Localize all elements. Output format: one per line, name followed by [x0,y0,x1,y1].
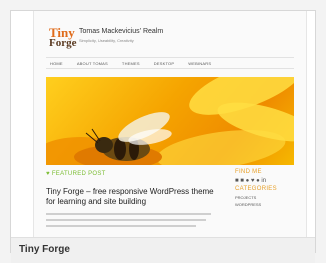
categories-heading: CATEGORIES [235,186,277,192]
post-title: Tiny Forge – free responsive WordPress t… [46,187,214,206]
site-nav: HOME ABOUT TOMAS THEMES DESKTOP WEBINARS [46,57,294,69]
site-tagline: Simplicity, Useability, Creativity [79,38,134,43]
hero-image-bee-on-flower [46,77,294,165]
theme-screenshot[interactable]: Tiny Forge Tomas Mackevicius' Realm Simp… [33,11,307,239]
nav-item-home: HOME [50,60,63,66]
site-logo: Tiny Forge [46,23,76,49]
find-me-heading: FIND ME [235,169,262,175]
sidebar: FIND ME ■ ■ ● ♥ ● in CATEGORIES PROJECTS… [235,167,295,209]
nav-item-desktop: DESKTOP [153,60,175,66]
nav-item-themes: THEMES [121,60,140,66]
theme-card[interactable]: Tiny Forge Tomas Mackevicius' Realm Simp… [10,10,316,263]
bee-illustration [74,112,172,165]
post-excerpt [46,213,216,233]
category-item: PROJECTS [235,195,257,200]
logo-line2: Forge [49,37,77,49]
theme-name: Tiny Forge [19,244,70,255]
site-title: Tomas Mackevicius' Realm [79,28,164,35]
site-header: Tiny Forge Tomas Mackevicius' Realm Simp… [46,23,294,51]
featured-post-label: ♥ FEATURED POST [46,171,106,177]
theme-name-bar[interactable]: Tiny Forge [11,237,315,263]
nav-item-webinars: WEBINARS [188,60,212,66]
nav-item-about: ABOUT TOMAS [76,60,108,66]
category-item: WORDPRESS [235,202,262,207]
social-icons: ■ ■ ● ♥ ● in [235,178,267,184]
